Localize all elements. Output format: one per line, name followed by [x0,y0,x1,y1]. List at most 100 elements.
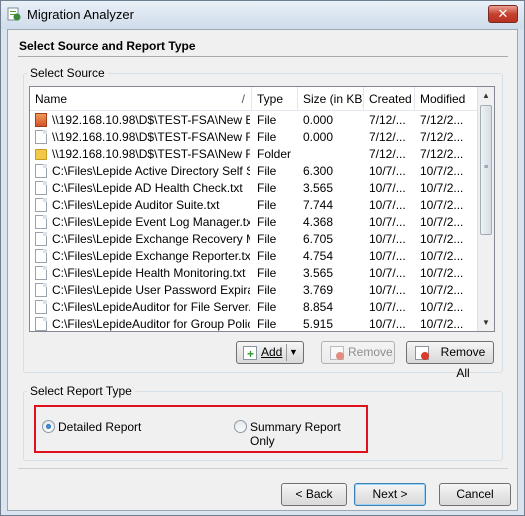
report-type-label: Select Report Type [27,384,135,398]
cell-size: 6.705 [303,232,334,246]
folder-icon [35,149,47,160]
cell-type: File [257,232,277,246]
detailed-report-radio[interactable]: Detailed Report [42,418,182,436]
cell-type: File [257,164,277,178]
title-bar[interactable]: Migration Analyzer ✕ [1,1,524,29]
add-file-icon [243,344,257,365]
window-title: Migration Analyzer [27,7,134,22]
cell-modified: 10/7/2... [420,232,464,246]
column-header-created[interactable]: Created [364,87,415,111]
cell-type: File [257,181,277,195]
list-row[interactable]: C:\Files\Lepide Auditor Suite.txt File 7.7… [30,197,478,214]
column-resize-grip: / [241,92,245,106]
list-row[interactable]: C:\Files\Lepide Exchange Recovery Ma... F… [30,231,478,248]
cell-created: 10/7/... [369,164,406,178]
cell-name: \\192.168.10.98\D$\TEST-FSA\New Bit... [52,113,250,127]
file-icon [35,300,47,314]
column-header-name[interactable]: Name / [30,87,252,111]
cell-type: File [257,198,277,212]
cell-name: C:\Files\Lepide Event Log Manager.txt [52,215,250,229]
cell-modified: 10/7/2... [420,249,464,263]
cell-size: 3.565 [303,181,334,195]
cell-name: \\192.168.10.98\D$\TEST-FSA\New Fo... [52,130,250,144]
list-row[interactable]: C:\Files\LepideAuditor for Group Policy.… [30,316,478,331]
scroll-grip-icon: ≡ [484,164,489,171]
cell-size: 0.000 [303,113,334,127]
cell-created: 10/7/... [369,215,406,229]
list-row[interactable]: \\192.168.10.98\D$\TEST-FSA\New Bit... Fi… [30,112,478,129]
close-button[interactable]: ✕ [488,5,518,23]
summary-report-label: Summary Report Only [250,420,341,448]
file-icon [35,130,47,144]
cell-created: 10/7/... [369,283,406,297]
column-header-modified[interactable]: Modified [415,87,478,111]
list-row[interactable]: C:\Files\Lepide Exchange Reporter.txt Fil… [30,248,478,265]
cell-modified: 7/12/2... [420,147,464,161]
cell-modified: 10/7/2... [420,283,464,297]
cell-name: \\192.168.10.98\D$\TEST-FSA\New Fo... [52,147,250,161]
scroll-thumb[interactable]: ≡ [480,105,492,235]
list-row[interactable]: C:\Files\Lepide Active Directory Self Se… [30,163,478,180]
remove-all-button-label: Remove All [440,345,486,380]
cell-created: 10/7/... [369,198,406,212]
cell-name: C:\Files\Lepide Exchange Reporter.txt [52,249,250,263]
cell-type: File [257,283,277,297]
remove-file-icon [330,346,344,360]
remove-all-icon [415,346,429,360]
list-row[interactable]: \\192.168.10.98\D$\TEST-FSA\New Fo... Fil… [30,129,478,146]
cell-name: C:\Files\Lepide AD Health Check.txt [52,181,243,195]
cell-created: 10/7/... [369,300,406,314]
footer-divider [18,468,508,469]
file-icon [35,232,47,246]
cell-size: 3.769 [303,283,334,297]
page-title: Select Source and Report Type [19,39,196,53]
cell-type: File [257,317,277,331]
column-header-size[interactable]: Size (in KB) [298,87,364,111]
list-row[interactable]: C:\Files\Lepide Health Monitoring.txt Fil… [30,265,478,282]
cell-name: C:\Files\LepideAuditor for File Server.t… [52,300,250,314]
remove-button[interactable]: Remove [321,341,395,364]
list-row[interactable]: C:\Files\Lepide User Password Expirati..… [30,282,478,299]
cell-created: 7/12/... [369,113,406,127]
add-button[interactable]: Add ▼ [236,341,304,365]
cell-name: C:\Files\Lepide Health Monitoring.txt [52,266,246,280]
remove-all-button[interactable]: Remove All [406,341,494,380]
detailed-report-label: Detailed Report [58,420,142,434]
cell-name: C:\Files\LepideAuditor for Group Policy.… [52,317,250,331]
radio-selected-icon [42,420,55,433]
file-icon [35,215,47,229]
scroll-down-arrow-icon[interactable]: ▼ [478,314,494,331]
cell-created: 10/7/... [369,317,406,331]
cell-type: File [257,130,277,144]
cancel-button[interactable]: Cancel [439,483,511,506]
list-row[interactable]: C:\Files\Lepide Event Log Manager.txt Fil… [30,214,478,231]
vertical-scrollbar[interactable]: ▲ ≡ ▼ [477,87,494,331]
cell-size: 0.000 [303,130,334,144]
cell-modified: 10/7/2... [420,181,464,195]
list-body: \\192.168.10.98\D$\TEST-FSA\New Bit... Fi… [30,112,478,331]
dialog-body: Select Source and Report Type Select Sou… [7,29,518,511]
scroll-up-arrow-icon[interactable]: ▲ [478,87,494,104]
cell-modified: 10/7/2... [420,164,464,178]
cell-created: 10/7/... [369,249,406,263]
list-row[interactable]: C:\Files\LepideAuditor for File Server.t… [30,299,478,316]
dropdown-arrow-icon[interactable]: ▼ [289,342,298,363]
cell-type: File [257,249,277,263]
cell-size: 4.754 [303,249,334,263]
cell-name: C:\Files\Lepide Auditor Suite.txt [52,198,220,212]
back-button[interactable]: < Back [281,483,347,506]
cell-created: 10/7/... [369,266,406,280]
list-row[interactable]: C:\Files\Lepide AD Health Check.txt File 3… [30,180,478,197]
cell-name: C:\Files\Lepide User Password Expirati..… [52,283,250,297]
file-icon [35,249,47,263]
next-button[interactable]: Next > [354,483,426,506]
cell-modified: 10/7/2... [420,266,464,280]
cell-modified: 7/12/2... [420,130,464,144]
cell-created: 7/12/... [369,147,406,161]
column-header-type[interactable]: Type [252,87,298,111]
cell-created: 7/12/... [369,130,406,144]
source-list[interactable]: Name / Type Size (in KB) Created Modifie… [29,86,495,332]
list-row[interactable]: \\192.168.10.98\D$\TEST-FSA\New Fo... Fol… [30,146,478,163]
cell-size: 7.744 [303,198,334,212]
summary-report-radio[interactable]: Summary Report Only [234,418,364,448]
